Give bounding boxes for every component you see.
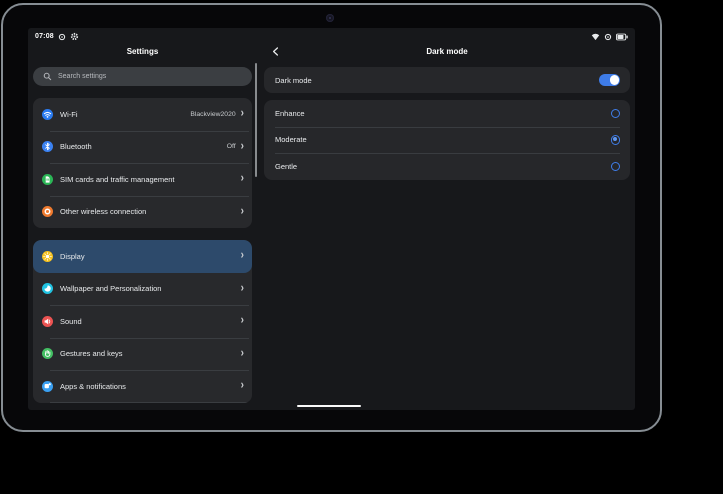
hand-icon [42, 348, 53, 359]
chevron-right-icon: › [241, 251, 244, 263]
front-camera [326, 14, 334, 22]
radio-button[interactable] [611, 135, 621, 145]
detail-title: Dark mode [264, 42, 630, 60]
dark-mode-pane: Dark mode Dark mode Enhance [256, 42, 635, 410]
chevron-right-icon: › [241, 283, 244, 295]
data-saver-icon [58, 33, 66, 41]
radio-button[interactable] [611, 109, 621, 119]
sun-icon [42, 251, 53, 262]
detail-header: Dark mode [264, 42, 630, 60]
wifi-icon [591, 33, 600, 41]
settings-item-other-wireless[interactable]: Other wireless connection › [33, 196, 252, 229]
bluetooth-icon [42, 141, 53, 152]
item-label: Wallpaper and Personalization [60, 284, 241, 293]
chevron-right-icon: › [241, 174, 244, 186]
settings-split-view: Settings Search settings Wi [28, 42, 635, 410]
sim-card-icon [42, 174, 53, 185]
option-label: Enhance [275, 109, 611, 118]
settings-item-bluetooth[interactable]: Bluetooth Off › [33, 131, 252, 164]
settings-item-wifi[interactable]: Wi-Fi Blackview2020 › [33, 98, 252, 131]
tablet-frame: 07:08 [1, 3, 662, 432]
desktop-background: 07:08 [0, 0, 723, 494]
item-value: Blackview2020 [190, 111, 235, 118]
personalization-card: Display › Wallpaper and Personalization … [33, 240, 252, 403]
item-label: Other wireless connection [60, 207, 241, 216]
connectivity-card: Wi-Fi Blackview2020 › Bluetooth Off › [33, 98, 252, 228]
gear-icon [70, 32, 79, 41]
option-label: Moderate [275, 135, 611, 144]
item-label: Apps & notifications [60, 382, 241, 391]
search-icon [43, 68, 52, 86]
page-title: Settings [33, 42, 252, 60]
chevron-right-icon: › [241, 381, 244, 393]
item-label: Wi-Fi [60, 110, 190, 119]
chevron-right-icon: › [241, 141, 244, 153]
item-label: Display [60, 252, 241, 261]
item-label: SIM cards and traffic management [60, 175, 241, 184]
settings-list-pane: Settings Search settings Wi [28, 42, 256, 410]
item-label: Bluetooth [60, 142, 227, 151]
dark-mode-toggle-card: Dark mode [264, 67, 630, 93]
item-label: Sound [60, 317, 241, 326]
apps-icon [42, 381, 53, 392]
chevron-right-icon: › [241, 206, 244, 218]
option-moderate[interactable]: Moderate [264, 127, 630, 154]
status-bar: 07:08 [28, 28, 635, 42]
home-indicator[interactable] [297, 405, 361, 408]
item-label: Gestures and keys [60, 349, 241, 358]
item-value: Off [227, 143, 236, 150]
option-label: Gentle [275, 162, 611, 171]
settings-item-apps[interactable]: Apps & notifications › [33, 370, 252, 403]
battery-icon [616, 33, 628, 41]
option-enhance[interactable]: Enhance [264, 100, 630, 127]
wifi-icon [42, 109, 53, 120]
settings-item-sim-cards[interactable]: SIM cards and traffic management › [33, 163, 252, 196]
dark-mode-toggle-row[interactable]: Dark mode [264, 67, 630, 93]
settings-item-display[interactable]: Display › [33, 240, 252, 273]
radio-button[interactable] [611, 162, 621, 172]
dark-mode-switch[interactable] [599, 74, 620, 86]
clock: 07:08 [35, 33, 54, 40]
wireless-ring-icon [42, 206, 53, 217]
settings-item-wallpaper[interactable]: Wallpaper and Personalization › [33, 273, 252, 306]
toggle-label: Dark mode [275, 76, 599, 85]
speaker-icon [42, 316, 53, 327]
search-placeholder: Search settings [58, 73, 106, 80]
settings-item-sound[interactable]: Sound › [33, 305, 252, 338]
back-button[interactable] [269, 45, 281, 57]
chevron-right-icon: › [241, 316, 244, 328]
chevron-right-icon: › [241, 348, 244, 360]
tablet-screen: 07:08 [28, 28, 635, 410]
search-input[interactable]: Search settings [33, 67, 252, 86]
chevron-right-icon: › [241, 109, 244, 121]
wallpaper-swirl-icon [42, 283, 53, 294]
settings-item-gestures[interactable]: Gestures and keys › [33, 338, 252, 371]
option-gentle[interactable]: Gentle [264, 153, 630, 180]
dark-mode-options-card: Enhance Moderate Gentle [264, 100, 630, 180]
eye-comfort-icon [604, 33, 612, 41]
